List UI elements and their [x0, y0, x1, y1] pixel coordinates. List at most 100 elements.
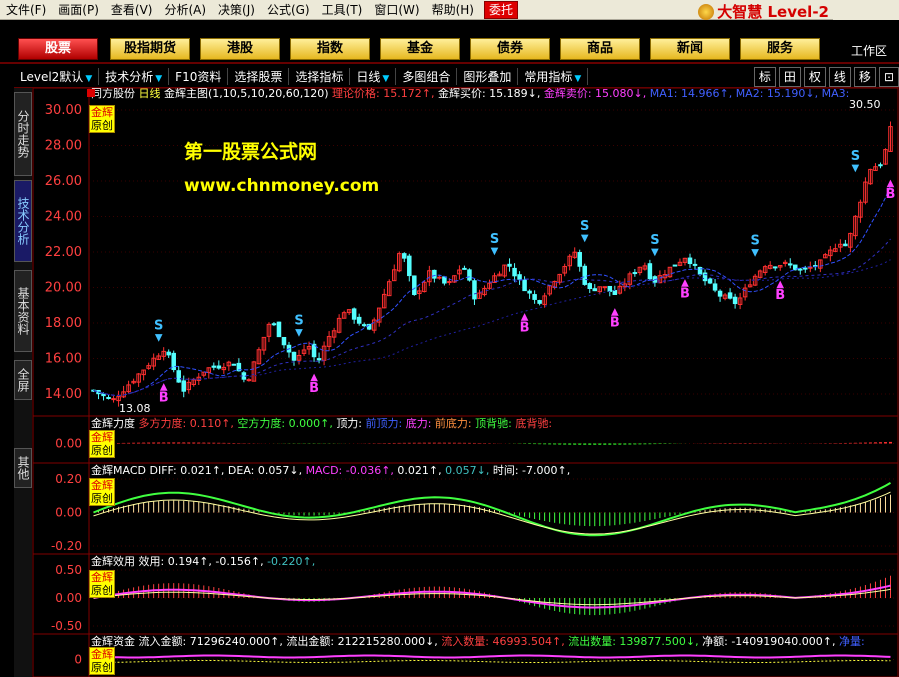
sub-value: MACD: -0.036↑,: [306, 464, 398, 477]
sub-value: 流入数量: 46993.504↑,: [441, 634, 568, 648]
toolbar-tool-button[interactable]: 标: [753, 67, 776, 87]
sub-value: 流出金额: 212215280.000↓,: [286, 634, 441, 648]
candle-body: [316, 358, 322, 361]
candle-body: [607, 285, 613, 292]
badge-line1: 金辉: [91, 571, 113, 584]
candle-body: [798, 268, 803, 271]
sub-value: 净额: -140919040.000↑,: [702, 634, 839, 648]
toolbar-item[interactable]: F10资料: [169, 68, 229, 85]
toolbar-item[interactable]: 选择指标: [289, 68, 351, 85]
sell-signal: S: [650, 233, 659, 248]
candle-body: [447, 281, 452, 284]
sub-title: 金辉力度: [91, 416, 139, 430]
candlestick-series: [91, 121, 893, 407]
side-tab[interactable]: 全屏: [14, 360, 32, 400]
nav-button[interactable]: 指数: [290, 38, 370, 60]
nav-button[interactable]: 服务: [740, 38, 820, 60]
price-tick: 22.00: [45, 245, 82, 260]
sub-title: 金辉MACD: [91, 463, 149, 477]
nav-button[interactable]: 股指期货: [110, 38, 190, 60]
dropdown-arrow-icon[interactable]: ▼: [155, 74, 162, 84]
panel-close-icon[interactable]: [87, 89, 95, 97]
nav-button[interactable]: 债券: [470, 38, 550, 60]
sub-value: 前顶力:: [366, 416, 406, 430]
menu-item[interactable]: 画面(P): [52, 0, 105, 20]
ma-line: [93, 238, 891, 397]
candle-body: [632, 272, 638, 275]
toolbar-item[interactable]: 日线 ▼: [350, 68, 397, 85]
candle-body: [672, 264, 678, 267]
buy-signal: B: [775, 288, 785, 303]
badge-line2: 原创: [91, 492, 113, 505]
sub-tick: 0.00: [55, 506, 82, 520]
toolbar-tool-button[interactable]: 田: [778, 67, 801, 87]
candle-body: [522, 279, 527, 292]
candle-body: [437, 276, 442, 279]
toolbar-item[interactable]: Level2默认 ▼: [14, 68, 100, 85]
sub-value: -0.220↑,: [267, 555, 315, 568]
candle-body: [727, 292, 733, 299]
toolbar-item[interactable]: 图形叠加: [457, 68, 519, 85]
sell-signal: S: [851, 149, 860, 164]
nav-button[interactable]: 基金: [380, 38, 460, 60]
dropdown-arrow-icon[interactable]: ▼: [85, 74, 92, 84]
toolbar-tool-button[interactable]: 权: [803, 67, 826, 87]
candle-body: [276, 321, 282, 338]
dropdown-arrow-icon[interactable]: ▼: [382, 74, 389, 84]
menu-item[interactable]: 窗口(W): [368, 0, 425, 20]
nav-bar: 股票 股指期货 港股 指数 基金 债券 商品 新闻 服务: [0, 20, 899, 64]
buy-signal: B: [610, 315, 620, 330]
sub-value: DIFF: 0.021↑,: [149, 464, 227, 477]
candle-body: [291, 351, 297, 361]
nav-button[interactable]: 商品: [560, 38, 640, 60]
menu-item[interactable]: 工具(T): [316, 0, 369, 20]
candle-body: [407, 255, 412, 277]
sub-value: 净量:: [839, 634, 865, 648]
toolbar-item[interactable]: 多图组合: [396, 68, 458, 85]
toolbar-tool-button[interactable]: 移: [853, 67, 876, 87]
sub-value: 底背驰:: [515, 416, 552, 430]
side-tab[interactable]: 技术分析: [14, 180, 32, 262]
weituo-button[interactable]: 委托: [483, 0, 518, 19]
workarea-button[interactable]: 工作区: [851, 42, 887, 59]
menu-item[interactable]: 帮助(H): [426, 0, 480, 20]
sub-header: 金辉力度 多方力度: 0.110↑, 空方力度: 0.000↑, 顶力: 前顶力…: [91, 416, 552, 430]
window-controls[interactable]: [833, 0, 899, 20]
sell-arrow-icon: ▼: [581, 233, 589, 244]
menu-item[interactable]: 分析(A): [158, 0, 212, 20]
dropdown-arrow-icon[interactable]: ▼: [574, 74, 581, 84]
side-tab[interactable]: 其他: [14, 448, 32, 488]
candle-body: [612, 290, 618, 295]
toolbar-item[interactable]: 常用指标 ▼: [518, 68, 589, 85]
stock-name: 同方股份: [91, 88, 139, 100]
candle-body: [432, 269, 437, 279]
toolbar-item[interactable]: 选择股票: [228, 68, 290, 85]
side-tab[interactable]: 分时走势: [14, 92, 32, 176]
nav-button[interactable]: 新闻: [650, 38, 730, 60]
sell-arrow-icon: ▼: [491, 246, 499, 257]
sub-header: 金辉MACD DIFF: 0.021↑, DEA: 0.057↓, MACD: …: [91, 463, 570, 477]
chart-area[interactable]: 30.00 28.00 26.00 24.00 22.00 20.00 18.00 16.00…: [32, 88, 899, 677]
badge-line2: 原创: [91, 119, 113, 132]
toolbar-item[interactable]: 技术分析 ▼: [99, 68, 170, 85]
candle-body: [402, 253, 407, 259]
nav-button[interactable]: 股票: [18, 38, 98, 60]
candle-body: [231, 363, 237, 366]
badge-line2: 原创: [91, 661, 113, 674]
menu-item[interactable]: 文件(F): [0, 0, 52, 20]
candle-body: [772, 266, 778, 269]
jinhui-badge: 金辉 原创: [89, 105, 115, 133]
toolbar-tool-button[interactable]: ⊡: [878, 67, 899, 87]
menu-item[interactable]: 查看(V): [105, 0, 159, 20]
jinhui-badge: 金辉 原创: [89, 430, 115, 458]
toolbar-tool-button[interactable]: 线: [828, 67, 851, 87]
sub-series: [98, 494, 891, 527]
candle-body: [361, 324, 367, 327]
candle-body: [577, 252, 582, 267]
nav-button[interactable]: 港股: [200, 38, 280, 60]
candle-body: [707, 278, 713, 284]
menu-item[interactable]: 决策(J): [212, 0, 261, 20]
side-tab[interactable]: 基本资料: [14, 270, 32, 352]
badge-line1: 金辉: [91, 648, 113, 661]
menu-item[interactable]: 公式(G): [261, 0, 316, 20]
